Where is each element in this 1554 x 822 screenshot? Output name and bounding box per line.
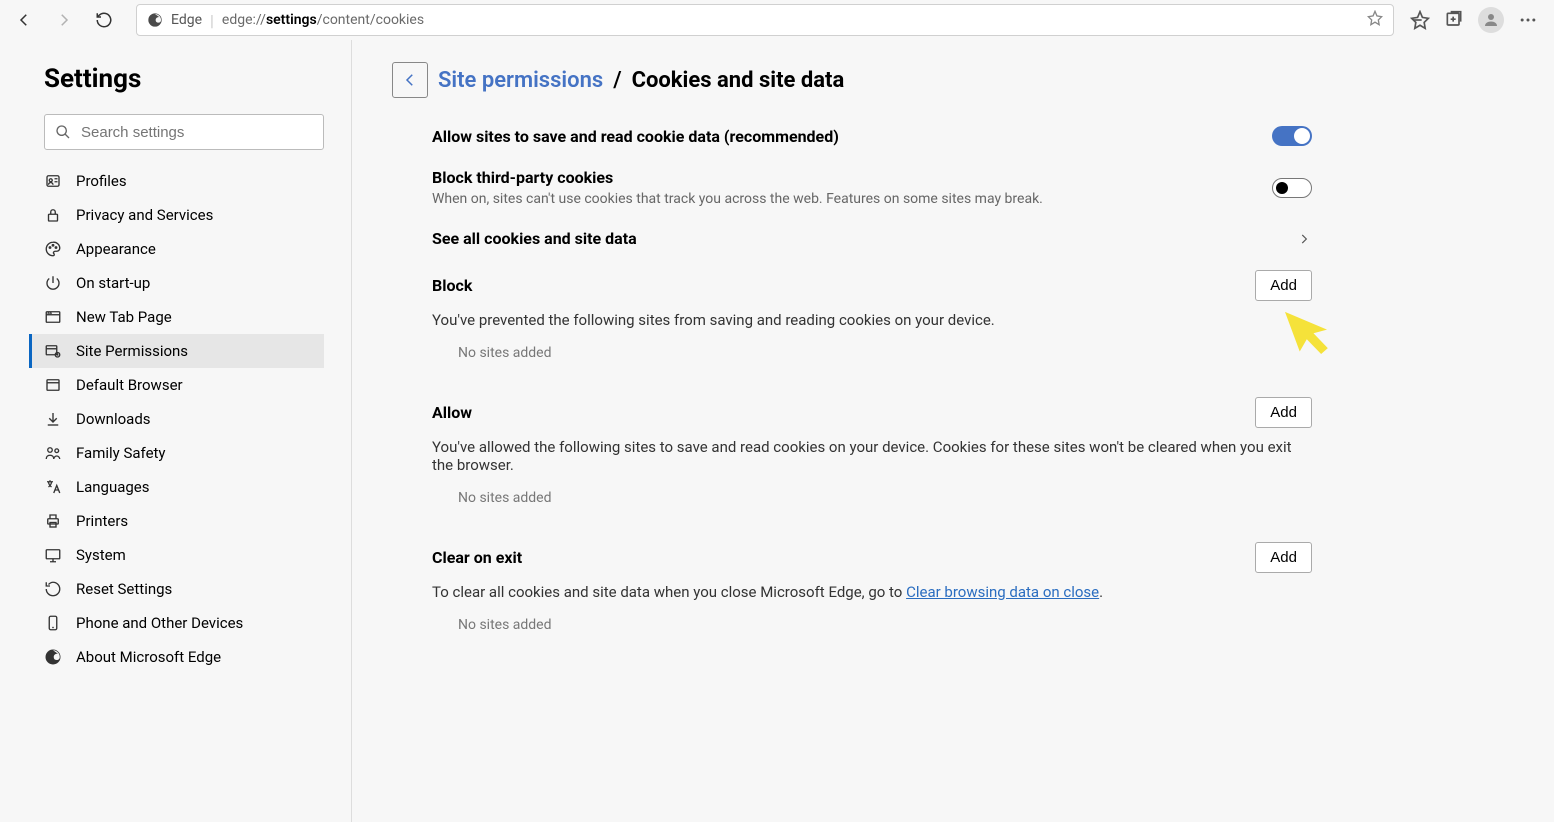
sidebar-item-label: Printers (76, 512, 128, 530)
sidebar-item-family-safety[interactable]: Family Safety (29, 436, 324, 470)
sidebar-item-phone-and-other-devices[interactable]: Phone and Other Devices (29, 606, 324, 640)
nav-refresh-button[interactable] (88, 4, 120, 36)
allow-add-button[interactable]: Add (1255, 397, 1312, 428)
sidebar-item-label: Languages (76, 478, 150, 496)
sidebar-item-label: About Microsoft Edge (76, 648, 221, 666)
sidebar-item-default-browser[interactable]: Default Browser (29, 368, 324, 402)
see-all-cookies-title: See all cookies and site data (432, 229, 637, 248)
breadcrumb-back-button[interactable] (392, 62, 428, 98)
allow-cookies-toggle[interactable] (1272, 126, 1312, 146)
block-third-desc: When on, sites can't use cookies that tr… (432, 191, 1043, 207)
appearance-icon (44, 240, 62, 258)
search-settings-box[interactable] (44, 114, 324, 150)
edge-icon (44, 648, 62, 666)
phone-icon (44, 614, 62, 632)
family-icon (44, 444, 62, 462)
sidebar-item-new-tab-page[interactable]: New Tab Page (29, 300, 324, 334)
clear-browsing-data-link[interactable]: Clear browsing data on close (906, 583, 1099, 601)
sidebar-item-label: Appearance (76, 240, 156, 258)
sidebar-item-on-start-up[interactable]: On start-up (29, 266, 324, 300)
sidebar-item-label: Profiles (76, 172, 127, 190)
profile-avatar[interactable] (1478, 7, 1504, 33)
newtab-icon (44, 308, 62, 326)
favorites-icon[interactable] (1410, 10, 1430, 30)
sidebar-item-label: Reset Settings (76, 580, 172, 598)
sidebar-item-label: Phone and Other Devices (76, 614, 243, 632)
settings-sidebar: Settings Profiles Privacy and Services App… (0, 40, 352, 822)
nav-back-button[interactable] (8, 4, 40, 36)
profiles-icon (44, 172, 62, 190)
search-icon (55, 124, 71, 140)
sidebar-item-profiles[interactable]: Profiles (29, 164, 324, 198)
allow-section-title: Allow (432, 403, 472, 422)
power-icon (44, 274, 62, 292)
search-settings-input[interactable] (81, 124, 313, 141)
more-menu-icon[interactable] (1518, 10, 1538, 30)
block-empty-text: No sites added (458, 345, 1312, 361)
sidebar-item-label: System (76, 546, 126, 564)
settings-title: Settings (44, 64, 323, 94)
breadcrumb-separator: / (613, 68, 621, 93)
sidebar-item-appearance[interactable]: Appearance (29, 232, 324, 266)
settings-nav-list: Profiles Privacy and Services Appearance On… (44, 164, 323, 674)
sidebar-item-downloads[interactable]: Downloads (29, 402, 324, 436)
browser-toolbar: Edge | edge://settings/content/cookies (0, 0, 1554, 40)
allow-empty-text: No sites added (458, 490, 1312, 506)
sidebar-item-reset-settings[interactable]: Reset Settings (29, 572, 324, 606)
download-icon (44, 410, 62, 428)
sidebar-item-site-permissions[interactable]: Site Permissions (29, 334, 324, 368)
permissions-icon (44, 342, 62, 360)
allow-cookies-title: Allow sites to save and read cookie data… (432, 127, 839, 146)
system-icon (44, 546, 62, 564)
edge-logo-icon (147, 12, 163, 28)
printer-icon (44, 512, 62, 530)
block-section-desc: You've prevented the following sites fro… (432, 311, 1312, 329)
sidebar-item-label: Downloads (76, 410, 151, 428)
settings-content: Site permissions / Cookies and site data… (352, 40, 1554, 822)
addr-separator: | (210, 11, 214, 30)
language-icon (44, 478, 62, 496)
sidebar-item-label: On start-up (76, 274, 150, 292)
addr-app-label: Edge (171, 12, 202, 28)
allow-section-desc: You've allowed the following sites to sa… (432, 438, 1312, 474)
sidebar-item-languages[interactable]: Languages (29, 470, 324, 504)
breadcrumb-parent-link[interactable]: Site permissions (438, 68, 603, 93)
sidebar-item-label: Family Safety (76, 444, 166, 462)
window-icon (44, 376, 62, 394)
addr-url: edge://settings/content/cookies (222, 12, 424, 28)
toolbar-right (1402, 7, 1546, 33)
address-bar[interactable]: Edge | edge://settings/content/cookies (136, 4, 1394, 36)
clear-exit-add-button[interactable]: Add (1255, 542, 1312, 573)
sidebar-item-about-microsoft-edge[interactable]: About Microsoft Edge (29, 640, 324, 674)
breadcrumb-current: Cookies and site data (632, 68, 845, 93)
sidebar-item-label: Privacy and Services (76, 206, 213, 224)
sidebar-item-label: New Tab Page (76, 308, 172, 326)
block-section-title: Block (432, 276, 472, 295)
sidebar-item-label: Site Permissions (76, 342, 188, 360)
sidebar-item-privacy-and-services[interactable]: Privacy and Services (29, 198, 324, 232)
favorite-star-icon[interactable] (1367, 10, 1383, 30)
lock-icon (44, 206, 62, 224)
collections-icon[interactable] (1444, 10, 1464, 30)
sidebar-item-label: Default Browser (76, 376, 183, 394)
clear-exit-desc: To clear all cookies and site data when … (432, 583, 1312, 601)
sidebar-item-printers[interactable]: Printers (29, 504, 324, 538)
breadcrumb: Site permissions / Cookies and site data (392, 62, 1514, 98)
sidebar-item-system[interactable]: System (29, 538, 324, 572)
reset-icon (44, 580, 62, 598)
see-all-chevron-icon[interactable] (1296, 231, 1312, 247)
block-third-title: Block third-party cookies (432, 168, 1043, 187)
clear-exit-title: Clear on exit (432, 548, 522, 567)
nav-forward-button[interactable] (48, 4, 80, 36)
clear-exit-empty-text: No sites added (458, 617, 1312, 633)
block-third-toggle[interactable] (1272, 178, 1312, 198)
block-add-button[interactable]: Add (1255, 270, 1312, 301)
